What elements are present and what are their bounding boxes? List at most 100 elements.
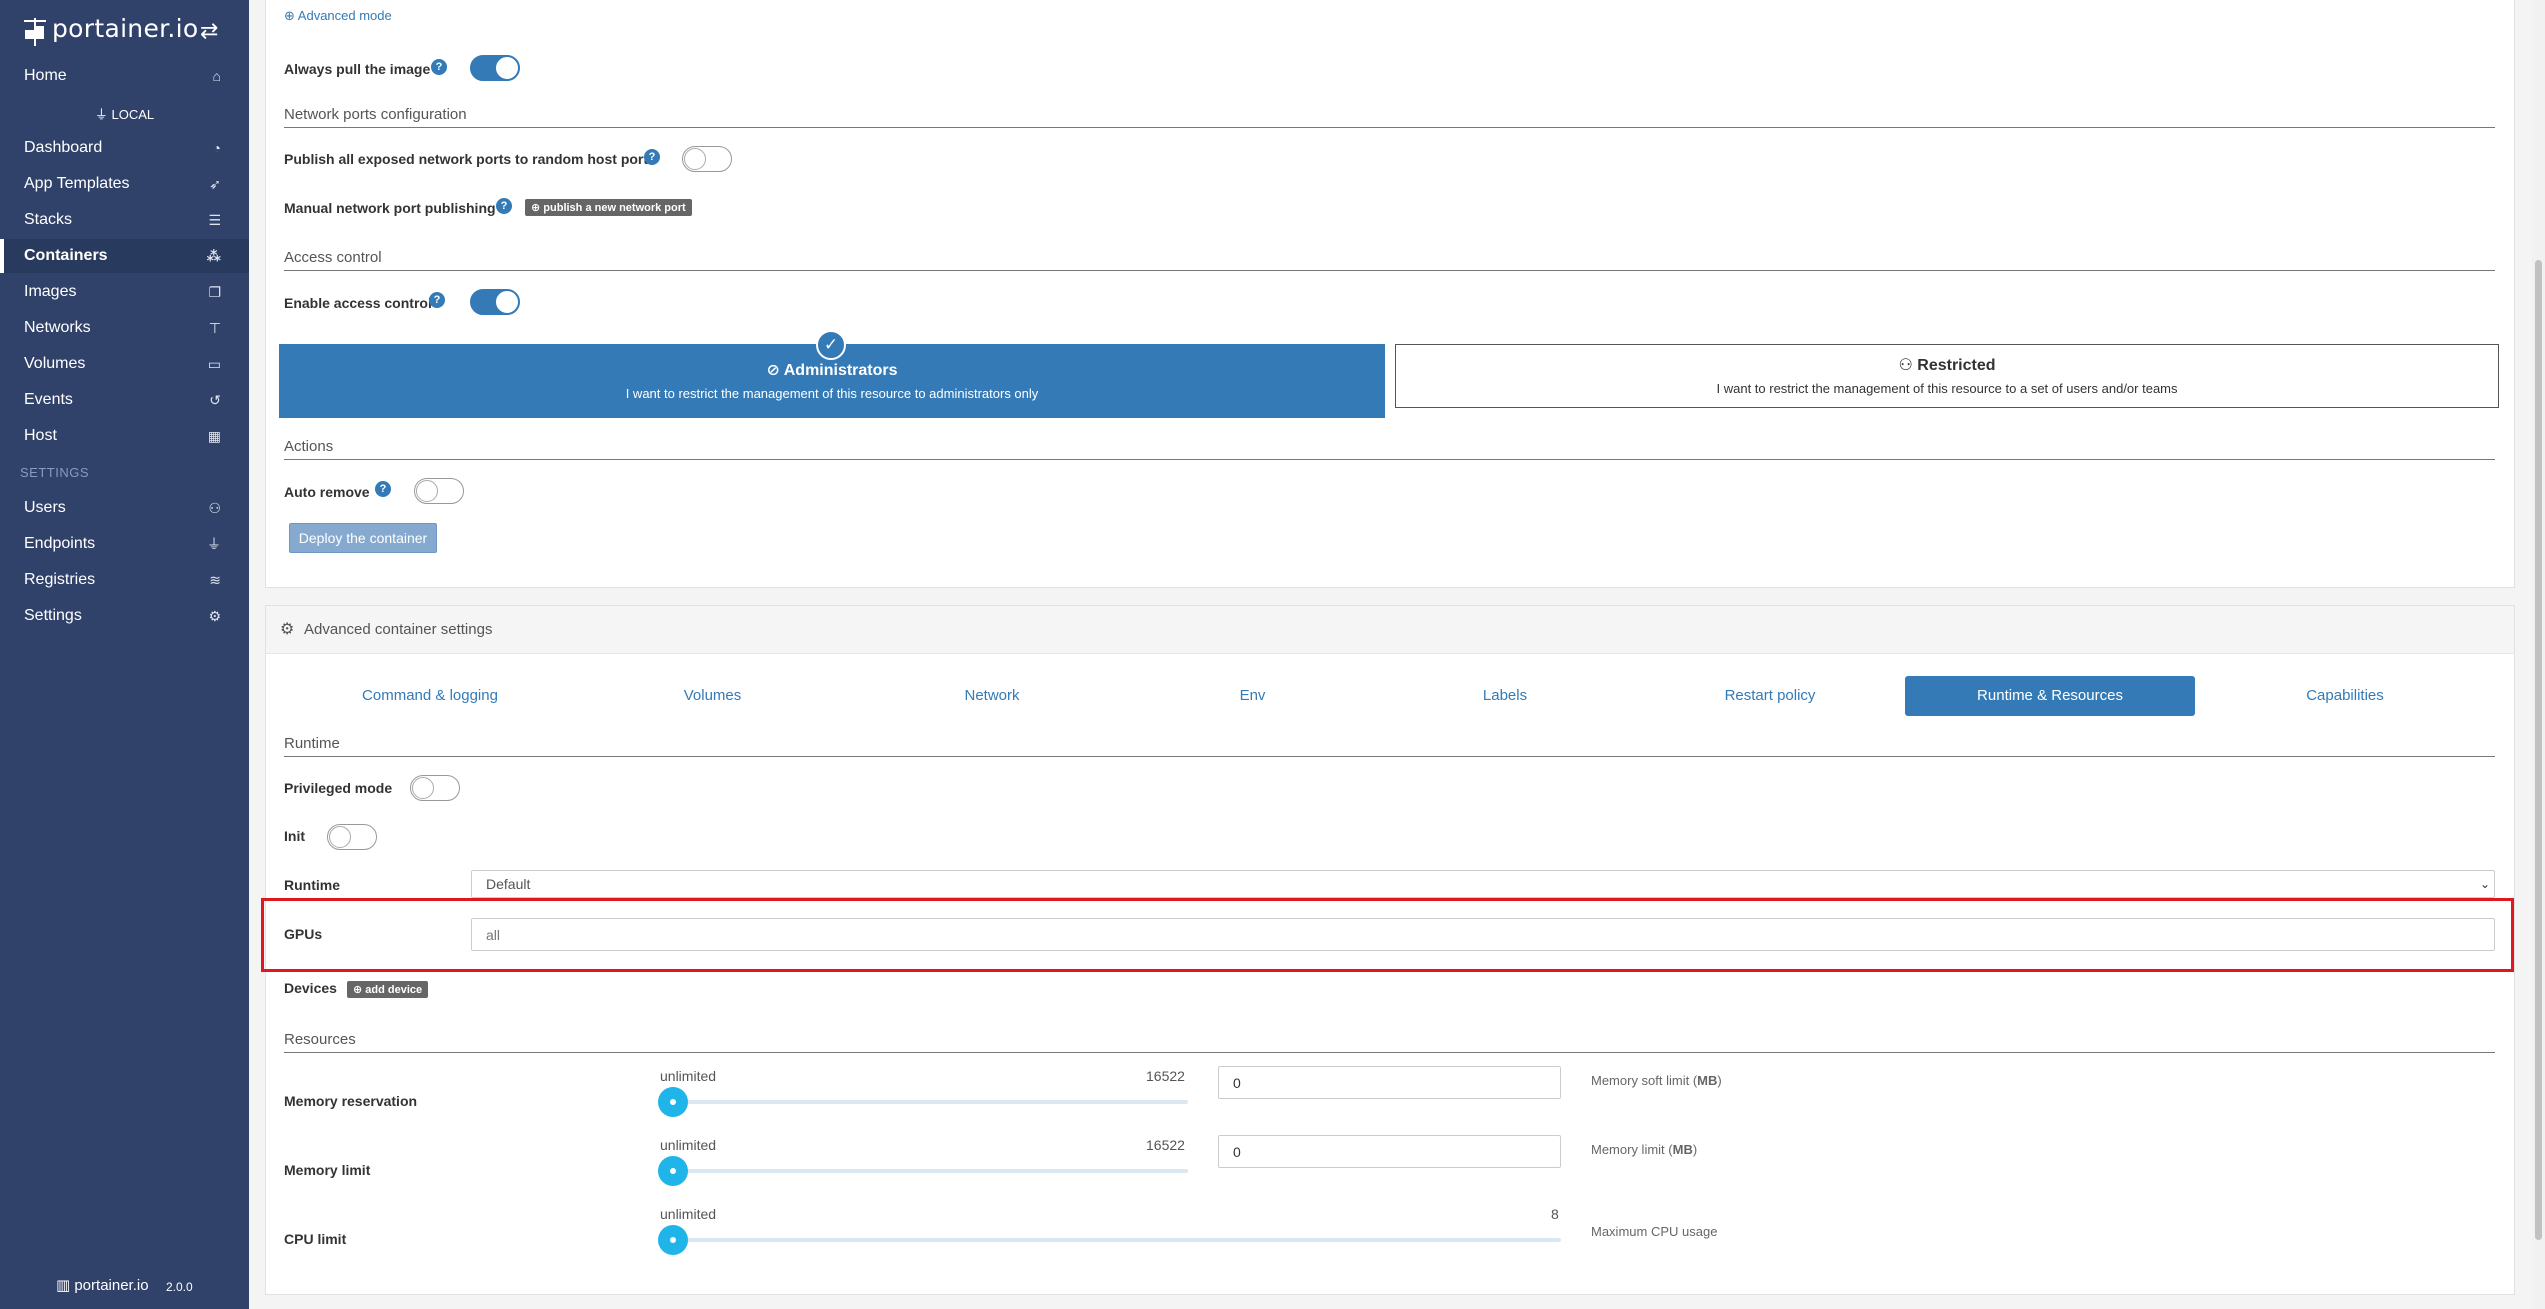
memory-reservation-slider-track[interactable] [673,1100,1188,1104]
admin-title: Administrators [783,362,898,379]
section-runtime: Runtime [284,735,2495,757]
sidebar-item-home[interactable]: Home ⌂ [0,59,249,93]
tab-restart-policy[interactable]: Restart policy [1640,676,1900,716]
advanced-mode-link[interactable]: ⊕ Advanced mode [284,8,392,24]
sidebar-item-label: Users [24,499,66,516]
publish-all-toggle[interactable] [682,146,732,172]
add-device-button[interactable]: ⊕ add device [347,981,429,998]
cpu-limit-hint: Maximum CPU usage [1591,1224,1718,1239]
admin-desc: I want to restrict the management of thi… [625,386,1039,401]
deploy-container-button[interactable]: Deploy the container [289,523,437,553]
sidebar-item-label: Host [24,427,57,444]
cpu-limit-slider-handle[interactable] [658,1225,688,1255]
sitemap-icon: ⊤ [208,319,221,336]
tab-network[interactable]: Network [852,676,1132,716]
memory-limit-label: Memory limit [284,1162,371,1178]
logo-text: portainer.io [52,14,199,43]
scrollbar-thumb[interactable] [2535,260,2542,1240]
sidebar-item-networks[interactable]: Networks ⊤ [0,311,249,345]
memory-reservation-hint: Memory soft limit (MB) [1591,1073,1722,1088]
gear-icon: ⚙ [280,621,295,638]
sidebar-item-registries[interactable]: Registries ≋ [0,563,249,597]
portainer-logo[interactable]: portainer.io [22,10,222,50]
tab-runtime-resources[interactable]: Runtime & Resources [1905,676,2195,716]
sidebar-item-endpoints[interactable]: Endpoints ⏚ [0,527,249,561]
sidebar-item-label: Endpoints [24,535,96,552]
privileged-mode-toggle[interactable] [410,775,460,801]
users-icon: ⚇ [208,499,221,516]
init-label: Init [284,828,305,844]
runtime-label: Runtime [284,877,340,893]
memory-limit-max-label: 16522 [1146,1137,1185,1153]
devices-label: Devices [284,980,337,996]
tab-env[interactable]: Env [1135,676,1370,716]
memory-reservation-slider-handle[interactable] [658,1087,688,1117]
tab-capabilities[interactable]: Capabilities [2200,676,2490,716]
sidebar-toggle-icon[interactable]: ⇄ [200,18,218,44]
sidebar-item-images[interactable]: Images ❐ [0,275,249,309]
th-icon: ▦ [207,427,221,444]
memory-reservation-input[interactable] [1218,1066,1561,1099]
help-icon[interactable]: ? [431,59,447,75]
footer-logo: ▥ portainer.io [56,1277,149,1294]
sidebar-item-label: Images [24,283,77,300]
sidebar-item-volumes[interactable]: Volumes ▭ [0,347,249,381]
init-toggle[interactable] [327,824,377,850]
section-actions: Actions [284,438,2495,460]
publish-new-port-button[interactable]: ⊕ publish a new network port [525,199,692,216]
memory-reservation-min-label: unlimited [660,1068,717,1084]
tab-command-logging[interactable]: Command & logging [290,676,570,716]
memory-reservation-max-label: 16522 [1146,1068,1185,1084]
sidebar-item-users[interactable]: Users ⚇ [0,491,249,525]
sidebar-item-containers[interactable]: Containers ⁂ [0,239,249,273]
sidebar: portainer.io ⇄ Home ⌂ ⏚ LOCAL Dashboard … [0,0,249,1309]
cogs-icon: ⚙ [208,607,221,624]
page-scrollbar[interactable] [2532,0,2545,1309]
access-control-toggle[interactable] [470,289,520,315]
sidebar-item-label: Home [24,67,67,84]
tab-labels[interactable]: Labels [1375,676,1635,716]
endpoint-label: ⏚ LOCAL [94,107,155,122]
auto-remove-label: Auto remove [284,484,370,500]
help-icon[interactable]: ? [496,198,512,214]
manual-publishing-label: Manual network port publishing [284,200,496,216]
clone-icon: ❐ [208,283,221,300]
sidebar-item-label: Containers [24,247,108,264]
sidebar-item-app-templates[interactable]: App Templates ➶ [0,167,249,201]
cpu-limit-label: CPU limit [284,1231,347,1247]
check-icon: ✓ [816,330,846,360]
settings-heading: SETTINGS [20,465,90,480]
memory-limit-input[interactable] [1218,1135,1561,1168]
cpu-limit-slider-track[interactable] [673,1238,1561,1242]
sidebar-item-dashboard[interactable]: Dashboard ◔ [0,131,249,165]
database-icon: ≋ [209,571,221,588]
help-icon[interactable]: ? [375,481,391,497]
sidebar-item-label: App Templates [24,175,130,192]
cpu-limit-max-label: 8 [1551,1206,1559,1222]
portainer-cube-icon [24,18,46,46]
memory-limit-slider-track[interactable] [673,1169,1188,1173]
tab-volumes[interactable]: Volumes [575,676,850,716]
runtime-select-value: Default [486,876,531,892]
help-icon[interactable]: ? [644,149,660,165]
sidebar-item-label: Settings [24,607,82,624]
sidebar-item-settings[interactable]: Settings ⚙ [0,599,249,633]
sidebar-item-events[interactable]: Events ↺ [0,383,249,417]
users-icon: ⚇ [1898,357,1913,374]
sidebar-item-stacks[interactable]: Stacks ☰ [0,203,249,237]
runtime-select[interactable]: Default ⌄ [471,870,2495,898]
sidebar-item-host[interactable]: Host ▦ [0,419,249,453]
publish-all-label: Publish all exposed network ports to ran… [284,151,656,167]
always-pull-toggle[interactable] [470,55,520,81]
chevron-down-icon: ⌄ [2479,877,2490,891]
sidebar-item-label: Registries [24,571,96,588]
restricted-option[interactable]: ⚇ Restricted I want to restrict the mana… [1395,344,2499,408]
home-icon: ⌂ [212,68,221,84]
auto-remove-toggle[interactable] [414,478,464,504]
cubes-icon: ⁂ [206,247,221,264]
help-icon[interactable]: ? [429,292,445,308]
memory-limit-min-label: unlimited [660,1137,717,1153]
restricted-desc: I want to restrict the management of thi… [1716,381,2178,396]
cpu-limit-min-label: unlimited [660,1206,717,1222]
memory-limit-slider-handle[interactable] [658,1156,688,1186]
